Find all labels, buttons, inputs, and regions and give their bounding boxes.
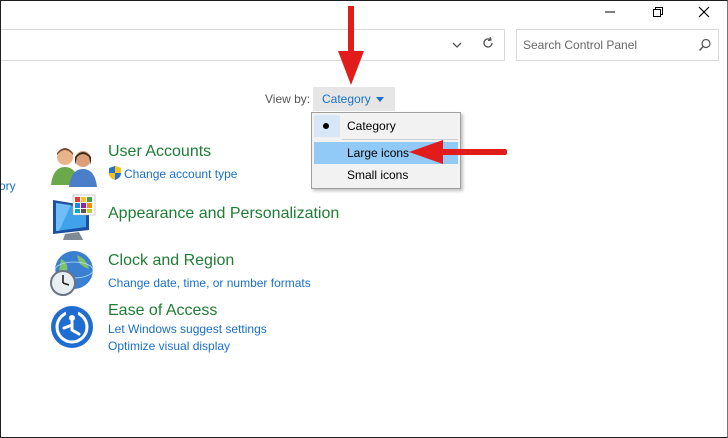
link-change-date-time-formats[interactable]: Change date, time, or number formats (108, 276, 311, 290)
restore-icon (652, 5, 664, 23)
globe-clock-icon[interactable] (47, 249, 97, 304)
radio-dot-icon (323, 123, 329, 129)
category-title-clock-region[interactable]: Clock and Region (108, 252, 234, 270)
category-title-ease-of-access[interactable]: Ease of Access (108, 302, 217, 320)
menu-item-label: Small icons (347, 168, 409, 182)
annotation-arrow-down (338, 6, 364, 85)
address-history-button[interactable] (445, 33, 469, 57)
control-panel-window: View by: Category Category Large icons S… (0, 0, 728, 438)
menu-item-label: Large icons (347, 146, 410, 160)
address-bar[interactable] (1, 29, 505, 61)
close-button[interactable] (681, 1, 727, 27)
minimize-icon (604, 5, 616, 23)
close-icon (698, 5, 710, 23)
chevron-down-icon (452, 36, 462, 54)
view-by-label: View by: (265, 92, 311, 106)
restore-button[interactable] (635, 1, 681, 27)
link-let-windows-suggest[interactable]: Let Windows suggest settings (108, 322, 267, 336)
caret-down-icon (375, 96, 384, 102)
search-box[interactable] (516, 29, 719, 61)
link-change-account-type[interactable]: Change account type (124, 167, 237, 181)
uac-shield-icon (108, 165, 122, 186)
sidebar-link-cut[interactable]: ory (1, 179, 16, 193)
menu-item-label: Category (347, 119, 396, 133)
view-by-dropdown[interactable]: Category (313, 87, 395, 111)
minimize-button[interactable] (587, 1, 633, 27)
menu-item-category[interactable]: Category (314, 115, 458, 137)
view-by-value: Category (322, 92, 371, 106)
monitor-palette-icon[interactable] (49, 194, 101, 247)
annotation-arrow-left (409, 140, 507, 164)
category-title-user-accounts[interactable]: User Accounts (108, 143, 211, 161)
ease-of-access-icon[interactable] (49, 304, 97, 355)
link-optimize-visual-display[interactable]: Optimize visual display (108, 339, 230, 353)
category-title-appearance[interactable]: Appearance and Personalization (108, 205, 339, 223)
refresh-button[interactable] (476, 33, 500, 57)
menu-item-small-icons[interactable]: Small icons (314, 164, 458, 186)
users-icon[interactable] (49, 143, 99, 192)
refresh-icon (481, 36, 495, 55)
search-input[interactable] (523, 30, 683, 60)
search-icon[interactable] (698, 38, 712, 57)
